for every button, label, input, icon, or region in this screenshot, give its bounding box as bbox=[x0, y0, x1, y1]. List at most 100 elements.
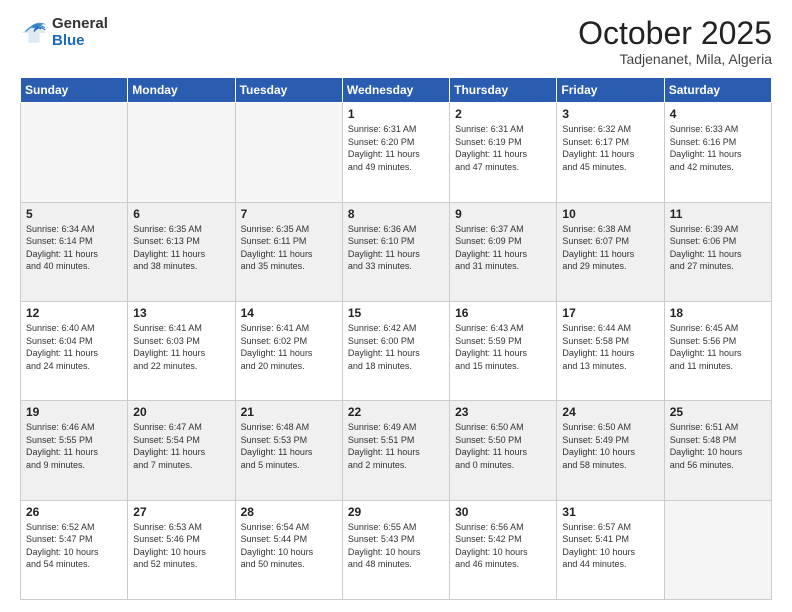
day-info: Sunrise: 6:54 AM Sunset: 5:44 PM Dayligh… bbox=[241, 521, 337, 571]
logo: General Blue bbox=[20, 16, 108, 49]
month-title: October 2025 bbox=[578, 16, 772, 51]
day-number: 13 bbox=[133, 306, 229, 320]
table-row: 14 Sunrise: 6:41 AM Sunset: 6:02 PM Dayli… bbox=[235, 301, 342, 400]
day-info: Sunrise: 6:52 AM Sunset: 5:47 PM Dayligh… bbox=[26, 521, 122, 571]
table-row: 22Sunrise: 6:49 AM Sunset: 5:51 PM Dayli… bbox=[342, 401, 449, 500]
table-row: 4 Sunrise: 6:33 AM Sunset: 6:16 PM Daylig… bbox=[664, 103, 771, 202]
day-info: Sunrise: 6:33 AM Sunset: 6:16 PM Dayligh… bbox=[670, 123, 766, 173]
header-friday: Friday bbox=[557, 78, 664, 103]
table-row: 1 Sunrise: 6:31 AM Sunset: 6:20 PM Daylig… bbox=[342, 103, 449, 202]
day-info: Sunrise: 6:46 AM Sunset: 5:55 PM Dayligh… bbox=[26, 421, 122, 471]
table-row bbox=[128, 103, 235, 202]
day-number: 15 bbox=[348, 306, 444, 320]
day-info: Sunrise: 6:32 AM Sunset: 6:17 PM Dayligh… bbox=[562, 123, 658, 173]
header-monday: Monday bbox=[128, 78, 235, 103]
day-info: Sunrise: 6:38 AM Sunset: 6:07 PM Dayligh… bbox=[562, 223, 658, 273]
day-info: Sunrise: 6:35 AM Sunset: 6:13 PM Dayligh… bbox=[133, 223, 229, 273]
day-info: Sunrise: 6:50 AM Sunset: 5:49 PM Dayligh… bbox=[562, 421, 658, 471]
table-row: 2 Sunrise: 6:31 AM Sunset: 6:19 PM Daylig… bbox=[450, 103, 557, 202]
day-number: 20 bbox=[133, 405, 229, 419]
day-number: 17 bbox=[562, 306, 658, 320]
calendar-week-row: 19 Sunrise: 6:46 AM Sunset: 5:55 PM Dayli… bbox=[21, 401, 772, 500]
table-row: 19 Sunrise: 6:46 AM Sunset: 5:55 PM Dayli… bbox=[21, 401, 128, 500]
table-row: 26 Sunrise: 6:52 AM Sunset: 5:47 PM Dayli… bbox=[21, 500, 128, 599]
table-row: 21 Sunrise: 6:48 AM Sunset: 5:53 PM Dayli… bbox=[235, 401, 342, 500]
table-row: 8Sunrise: 6:36 AM Sunset: 6:10 PM Daylig… bbox=[342, 202, 449, 301]
day-number: 31 bbox=[562, 505, 658, 519]
day-info: Sunrise: 6:48 AM Sunset: 5:53 PM Dayligh… bbox=[241, 421, 337, 471]
day-info: Sunrise: 6:39 AM Sunset: 6:06 PM Dayligh… bbox=[670, 223, 766, 273]
table-row: 6Sunrise: 6:35 AM Sunset: 6:13 PM Daylig… bbox=[128, 202, 235, 301]
table-row: 5Sunrise: 6:34 AM Sunset: 6:14 PM Daylig… bbox=[21, 202, 128, 301]
day-number: 3 bbox=[562, 107, 658, 121]
table-row: 31 Sunrise: 6:57 AM Sunset: 5:41 PM Dayli… bbox=[557, 500, 664, 599]
day-info: Sunrise: 6:57 AM Sunset: 5:41 PM Dayligh… bbox=[562, 521, 658, 571]
day-number: 21 bbox=[241, 405, 337, 419]
table-row: 10 Sunrise: 6:38 AM Sunset: 6:07 PM Dayli… bbox=[557, 202, 664, 301]
table-row: 12 Sunrise: 6:40 AM Sunset: 6:04 PM Dayli… bbox=[21, 301, 128, 400]
day-info: Sunrise: 6:47 AM Sunset: 5:54 PM Dayligh… bbox=[133, 421, 229, 471]
calendar-week-row: 1 Sunrise: 6:31 AM Sunset: 6:20 PM Daylig… bbox=[21, 103, 772, 202]
day-info: Sunrise: 6:41 AM Sunset: 6:03 PM Dayligh… bbox=[133, 322, 229, 372]
day-number: 18 bbox=[670, 306, 766, 320]
day-number: 28 bbox=[241, 505, 337, 519]
header-saturday: Saturday bbox=[664, 78, 771, 103]
day-info: Sunrise: 6:42 AM Sunset: 6:00 PM Dayligh… bbox=[348, 322, 444, 372]
page: General Blue October 2025 Tadjenanet, Mi… bbox=[0, 0, 792, 612]
day-number: 26 bbox=[26, 505, 122, 519]
day-number: 12 bbox=[26, 306, 122, 320]
table-row: 7Sunrise: 6:35 AM Sunset: 6:11 PM Daylig… bbox=[235, 202, 342, 301]
table-row: 28 Sunrise: 6:54 AM Sunset: 5:44 PM Dayli… bbox=[235, 500, 342, 599]
day-info: Sunrise: 6:44 AM Sunset: 5:58 PM Dayligh… bbox=[562, 322, 658, 372]
table-row: 20 Sunrise: 6:47 AM Sunset: 5:54 PM Dayli… bbox=[128, 401, 235, 500]
day-info: Sunrise: 6:40 AM Sunset: 6:04 PM Dayligh… bbox=[26, 322, 122, 372]
day-number: 2 bbox=[455, 107, 551, 121]
day-info: Sunrise: 6:41 AM Sunset: 6:02 PM Dayligh… bbox=[241, 322, 337, 372]
day-info: Sunrise: 6:51 AM Sunset: 5:48 PM Dayligh… bbox=[670, 421, 766, 471]
day-number: 29 bbox=[348, 505, 444, 519]
day-number: 8 bbox=[348, 207, 444, 221]
table-row: 15 Sunrise: 6:42 AM Sunset: 6:00 PM Dayli… bbox=[342, 301, 449, 400]
day-number: 16 bbox=[455, 306, 551, 320]
day-info: Sunrise: 6:45 AM Sunset: 5:56 PM Dayligh… bbox=[670, 322, 766, 372]
table-row: 11 Sunrise: 6:39 AM Sunset: 6:06 PM Dayli… bbox=[664, 202, 771, 301]
table-row bbox=[664, 500, 771, 599]
day-number: 25 bbox=[670, 405, 766, 419]
day-info: Sunrise: 6:55 AM Sunset: 5:43 PM Dayligh… bbox=[348, 521, 444, 571]
header-sunday: Sunday bbox=[21, 78, 128, 103]
title-block: October 2025 Tadjenanet, Mila, Algeria bbox=[578, 16, 772, 67]
table-row: 17 Sunrise: 6:44 AM Sunset: 5:58 PM Dayli… bbox=[557, 301, 664, 400]
day-number: 1 bbox=[348, 107, 444, 121]
day-info: Sunrise: 6:31 AM Sunset: 6:20 PM Dayligh… bbox=[348, 123, 444, 173]
day-number: 24 bbox=[562, 405, 658, 419]
day-number: 23 bbox=[455, 405, 551, 419]
day-info: Sunrise: 6:53 AM Sunset: 5:46 PM Dayligh… bbox=[133, 521, 229, 571]
day-info: Sunrise: 6:31 AM Sunset: 6:19 PM Dayligh… bbox=[455, 123, 551, 173]
day-number: 19 bbox=[26, 405, 122, 419]
table-row: 23 Sunrise: 6:50 AM Sunset: 5:50 PM Dayli… bbox=[450, 401, 557, 500]
calendar-header-row: Sunday Monday Tuesday Wednesday Thursday… bbox=[21, 78, 772, 103]
day-info: Sunrise: 6:49 AM Sunset: 5:51 PM Dayligh… bbox=[348, 421, 444, 471]
table-row: 18 Sunrise: 6:45 AM Sunset: 5:56 PM Dayli… bbox=[664, 301, 771, 400]
table-row bbox=[21, 103, 128, 202]
day-number: 4 bbox=[670, 107, 766, 121]
day-number: 30 bbox=[455, 505, 551, 519]
day-info: Sunrise: 6:56 AM Sunset: 5:42 PM Dayligh… bbox=[455, 521, 551, 571]
table-row: 25 Sunrise: 6:51 AM Sunset: 5:48 PM Dayli… bbox=[664, 401, 771, 500]
table-row: 27 Sunrise: 6:53 AM Sunset: 5:46 PM Dayli… bbox=[128, 500, 235, 599]
day-info: Sunrise: 6:43 AM Sunset: 5:59 PM Dayligh… bbox=[455, 322, 551, 372]
header-wednesday: Wednesday bbox=[342, 78, 449, 103]
day-number: 9 bbox=[455, 207, 551, 221]
table-row: 16 Sunrise: 6:43 AM Sunset: 5:59 PM Dayli… bbox=[450, 301, 557, 400]
logo-icon bbox=[20, 19, 48, 47]
header: General Blue October 2025 Tadjenanet, Mi… bbox=[20, 16, 772, 67]
day-number: 14 bbox=[241, 306, 337, 320]
day-info: Sunrise: 6:50 AM Sunset: 5:50 PM Dayligh… bbox=[455, 421, 551, 471]
day-number: 5 bbox=[26, 207, 122, 221]
day-number: 11 bbox=[670, 207, 766, 221]
day-number: 27 bbox=[133, 505, 229, 519]
location-subtitle: Tadjenanet, Mila, Algeria bbox=[578, 51, 772, 67]
calendar-week-row: 5Sunrise: 6:34 AM Sunset: 6:14 PM Daylig… bbox=[21, 202, 772, 301]
day-number: 10 bbox=[562, 207, 658, 221]
day-info: Sunrise: 6:35 AM Sunset: 6:11 PM Dayligh… bbox=[241, 223, 337, 273]
